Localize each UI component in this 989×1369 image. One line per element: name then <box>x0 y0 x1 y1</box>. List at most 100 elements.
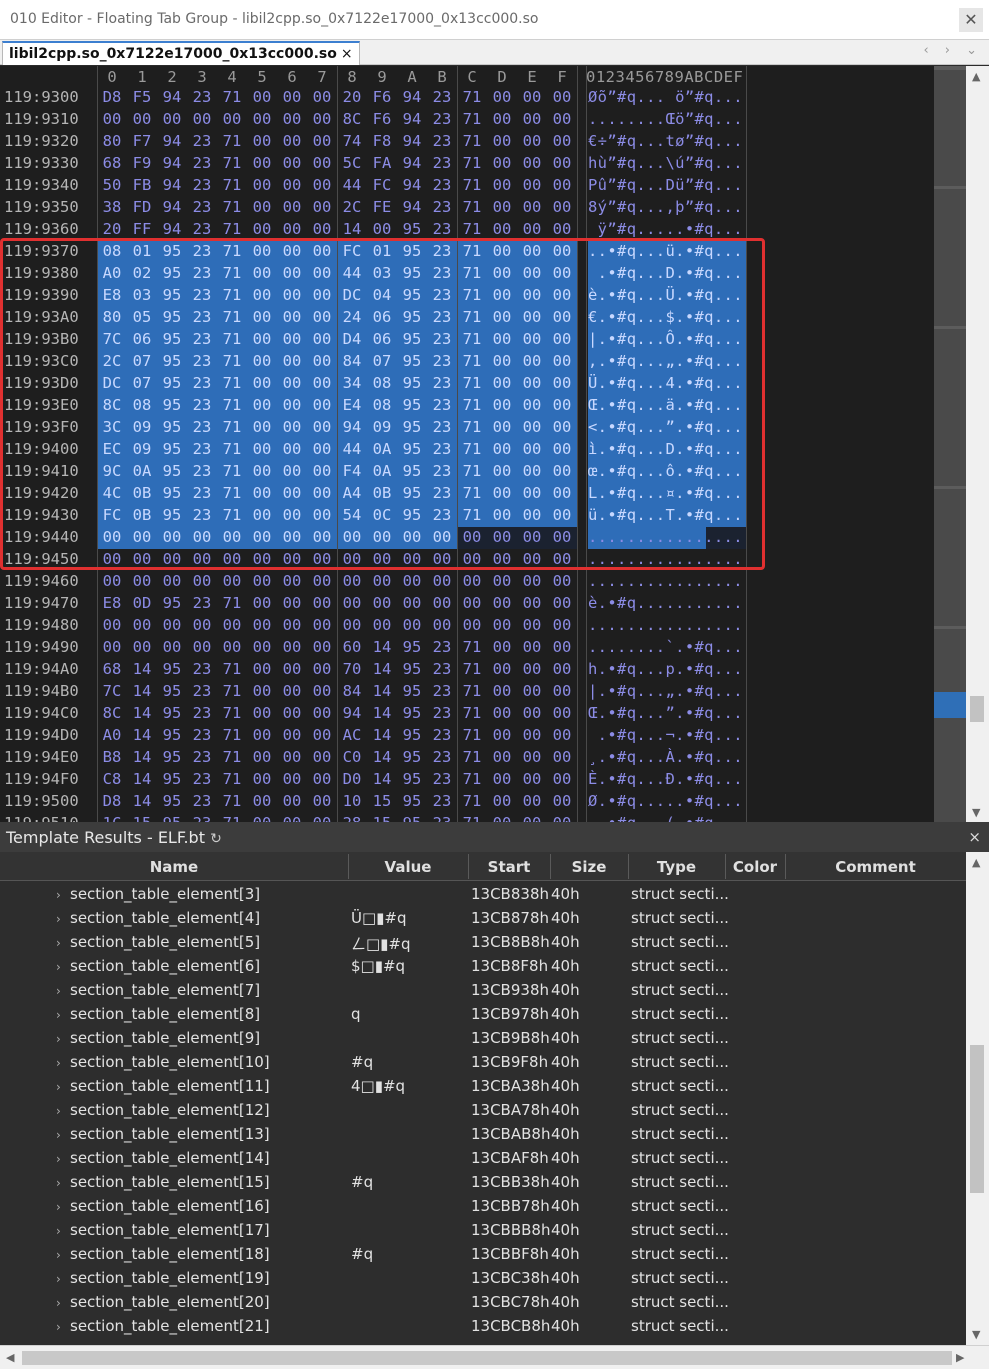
hex-byte[interactable]: 00 <box>397 615 427 637</box>
file-overview-map[interactable] <box>934 66 966 822</box>
hex-byte[interactable]: 23 <box>427 791 457 813</box>
hex-byte[interactable]: 94 <box>397 131 427 153</box>
table-row[interactable]: › section_table_element[3] 13CB838h 40h stru… <box>0 883 966 907</box>
hex-byte[interactable]: 71 <box>217 153 247 175</box>
hex-row[interactable]: 119:9300 D8 F5 94 23 71 00 00 00 20 F6 94 23 71 00 00 00… <box>0 86 934 108</box>
hex-byte[interactable]: 00 <box>457 571 487 593</box>
hex-byte[interactable]: 00 <box>517 769 547 791</box>
hex-byte[interactable]: 00 <box>277 659 307 681</box>
hex-byte[interactable]: 94 <box>157 175 187 197</box>
hex-byte[interactable]: 15 <box>367 813 397 822</box>
hex-byte[interactable]: 00 <box>487 109 517 131</box>
hex-byte[interactable]: 00 <box>427 615 457 637</box>
hex-byte[interactable]: 94 <box>397 153 427 175</box>
hex-byte[interactable]: 00 <box>487 197 517 219</box>
hex-byte[interactable]: 00 <box>547 571 577 593</box>
hex-byte[interactable]: 23 <box>187 175 217 197</box>
table-row[interactable]: › section_table_element[21] 13CBCB8h 40h str… <box>0 1315 966 1339</box>
hex-byte[interactable]: 00 <box>307 681 337 703</box>
hex-byte[interactable]: 23 <box>427 175 457 197</box>
hex-byte[interactable]: 00 <box>277 813 307 822</box>
hex-byte[interactable]: 00 <box>247 197 277 219</box>
template-horizontal-scrollbar[interactable]: ◀ ▶ <box>0 1345 989 1369</box>
hex-row[interactable]: 119:9460 00 00 00 00 00 00 00 00 00 00 00 00 00 00 00 00… <box>0 570 934 592</box>
table-row[interactable]: › section_table_element[9] 13CB9B8h 40h stru… <box>0 1027 966 1051</box>
expand-chevron-icon[interactable]: › <box>56 1056 61 1070</box>
hex-vertical-scrollbar[interactable]: ▲ ▼ <box>966 66 989 822</box>
hex-byte[interactable]: 00 <box>487 131 517 153</box>
scroll-right-icon[interactable]: ▶ <box>956 1351 964 1364</box>
hex-byte[interactable]: 00 <box>547 197 577 219</box>
expand-chevron-icon[interactable]: › <box>56 1320 61 1334</box>
hex-byte[interactable]: 94 <box>397 175 427 197</box>
hex-byte[interactable]: 71 <box>457 681 487 703</box>
hex-byte[interactable]: 95 <box>397 637 427 659</box>
hex-byte[interactable]: 00 <box>517 725 547 747</box>
hex-byte[interactable]: 00 <box>217 615 247 637</box>
hex-byte[interactable]: E8 <box>97 593 127 615</box>
hex-byte[interactable]: 00 <box>307 593 337 615</box>
ascii-text[interactable]: 8ý”#q...,þ”#q... <box>588 197 746 219</box>
hex-byte[interactable]: 00 <box>487 637 517 659</box>
hex-byte[interactable]: 10 <box>337 791 367 813</box>
hex-byte[interactable]: 00 <box>517 747 547 769</box>
hex-byte[interactable]: 60 <box>337 637 367 659</box>
hex-byte[interactable]: D8 <box>97 791 127 813</box>
hex-byte[interactable]: 80 <box>97 131 127 153</box>
hex-byte[interactable]: 95 <box>397 813 427 822</box>
hex-byte[interactable]: 00 <box>277 615 307 637</box>
hex-byte[interactable]: 71 <box>457 703 487 725</box>
hex-byte[interactable]: 00 <box>247 153 277 175</box>
hex-byte[interactable]: 15 <box>367 791 397 813</box>
expand-chevron-icon[interactable]: › <box>56 1248 61 1262</box>
hex-byte[interactable]: 00 <box>307 769 337 791</box>
hex-byte[interactable]: 00 <box>367 615 397 637</box>
hex-byte[interactable]: 00 <box>247 725 277 747</box>
hex-byte[interactable]: 95 <box>157 747 187 769</box>
hex-byte[interactable]: 14 <box>127 725 157 747</box>
hex-byte[interactable]: 00 <box>307 725 337 747</box>
hex-byte[interactable]: 00 <box>427 571 457 593</box>
ascii-text[interactable]: ........Œö”#q... <box>588 109 746 131</box>
hex-row[interactable]: 119:94C0 8C 14 95 23 71 00 00 00 94 14 95 23 71 00 00 00… <box>0 702 934 724</box>
hex-byte[interactable]: 00 <box>307 703 337 725</box>
expand-chevron-icon[interactable]: › <box>56 936 61 950</box>
hex-byte[interactable]: 00 <box>127 637 157 659</box>
table-row[interactable]: › section_table_element[5] ㄥ□▮#q 13CB8B8h 40… <box>0 931 966 955</box>
hex-byte[interactable]: 95 <box>157 813 187 822</box>
hex-byte[interactable]: 00 <box>247 571 277 593</box>
hex-byte[interactable]: 00 <box>277 87 307 109</box>
hex-byte[interactable]: 23 <box>187 681 217 703</box>
hex-byte[interactable]: 00 <box>457 615 487 637</box>
hex-byte[interactable]: 94 <box>157 87 187 109</box>
hex-byte[interactable]: 14 <box>127 703 157 725</box>
hex-byte[interactable]: 84 <box>337 681 367 703</box>
scroll-thumb[interactable] <box>970 1045 984 1193</box>
hex-byte[interactable]: 00 <box>547 153 577 175</box>
hex-byte[interactable]: 00 <box>517 131 547 153</box>
hex-byte[interactable]: 94 <box>397 87 427 109</box>
hex-row[interactable]: 119:9480 00 00 00 00 00 00 00 00 00 00 00 00 00 00 00 00… <box>0 614 934 636</box>
hex-byte[interactable]: 23 <box>427 131 457 153</box>
hex-byte[interactable]: 00 <box>307 791 337 813</box>
hex-byte[interactable]: 00 <box>157 637 187 659</box>
hex-byte[interactable]: 71 <box>217 747 247 769</box>
hex-byte[interactable]: 00 <box>547 813 577 822</box>
table-row[interactable]: › section_table_element[8] q 13CB978h 40h str… <box>0 1003 966 1027</box>
hex-byte[interactable]: 00 <box>367 571 397 593</box>
hex-byte[interactable]: 71 <box>457 747 487 769</box>
hex-byte[interactable]: 14 <box>127 681 157 703</box>
hex-byte[interactable]: F8 <box>367 131 397 153</box>
hex-byte[interactable]: 00 <box>187 637 217 659</box>
table-row[interactable]: › section_table_element[12] 13CBA78h 40h str… <box>0 1099 966 1123</box>
hex-byte[interactable]: 71 <box>457 637 487 659</box>
hex-byte[interactable]: 00 <box>517 681 547 703</box>
hex-byte[interactable]: 23 <box>427 637 457 659</box>
hex-byte[interactable]: F7 <box>127 131 157 153</box>
refresh-icon[interactable]: ↻ <box>210 831 222 847</box>
hex-byte[interactable]: 23 <box>427 153 457 175</box>
hex-byte[interactable]: 14 <box>367 725 397 747</box>
hex-byte[interactable]: 14 <box>367 637 397 659</box>
hex-row[interactable]: 119:94D0 A0 14 95 23 71 00 00 00 AC 14 95 23 71 00 00 00… <box>0 724 934 746</box>
hex-byte[interactable]: D8 <box>97 87 127 109</box>
